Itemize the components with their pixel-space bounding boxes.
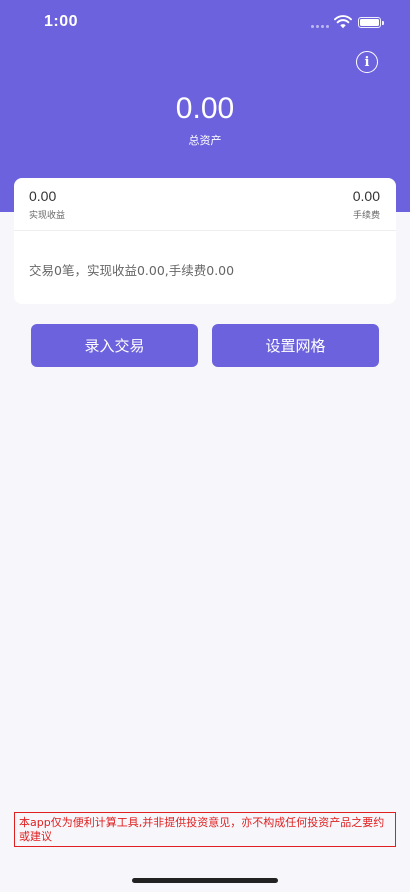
card-divider [14, 230, 396, 231]
fees-label: 手续费 [352, 211, 380, 221]
realized-profit-label: 实现收益 [29, 211, 66, 221]
record-trade-button[interactable]: 录入交易 [31, 324, 198, 367]
set-grid-button[interactable]: 设置网格 [212, 324, 379, 367]
trade-summary: 交易0笔，实现收益0.00,手续费0.00 [29, 263, 235, 278]
cellular-dots-icon [311, 25, 329, 28]
realized-profit-value: 0.00 [29, 188, 57, 204]
total-assets-value: 0.00 [175, 92, 235, 125]
total-assets-label: 总资产 [188, 134, 222, 147]
info-icon[interactable]: i [356, 51, 378, 73]
battery-icon [358, 17, 384, 28]
wifi-icon [334, 15, 352, 29]
status-bar: 1:00 [0, 0, 410, 46]
disclaimer-notice: 本app仅为便利计算工具,并非提供投资意见，亦不构成任何投资产品之要约或建议 [14, 812, 396, 847]
stats-card: 0.00 实现收益 0.00 手续费 交易0笔，实现收益0.00,手续费0.00 [14, 178, 396, 304]
status-time: 1:00 [44, 13, 79, 30]
fees-value: 0.00 [352, 188, 380, 204]
home-indicator[interactable] [132, 878, 278, 883]
